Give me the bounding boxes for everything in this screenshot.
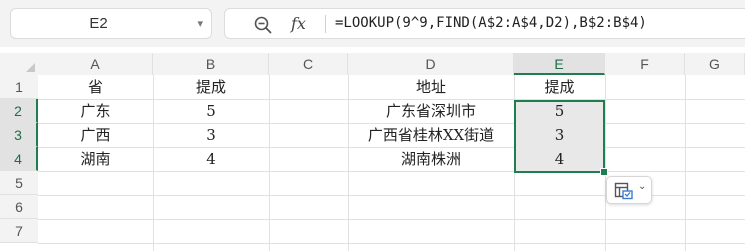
select-all-icon xyxy=(26,63,35,72)
cell-d2[interactable]: 广东省深圳市 xyxy=(348,99,514,123)
cell-b1[interactable]: 提成 xyxy=(153,75,269,99)
gridline xyxy=(605,75,606,251)
cell-e2[interactable]: 5 xyxy=(514,99,605,123)
formula-bar: E2 ▾ fx =LOOKUP(9^9,FIND(A$2:A$4,D2),B$2… xyxy=(0,0,745,47)
row-header-7[interactable]: 7 xyxy=(0,219,38,243)
cell-a1[interactable]: 省 xyxy=(38,75,153,99)
paste-options-button[interactable]: ⌄ xyxy=(606,176,652,204)
row-header-2[interactable]: 2 xyxy=(0,99,38,123)
column-header-f[interactable]: F xyxy=(605,53,685,75)
column-header-g[interactable]: G xyxy=(685,53,745,75)
cell-e3[interactable]: 3 xyxy=(514,123,605,147)
column-header-d[interactable]: D xyxy=(348,53,514,75)
paste-options-icon xyxy=(614,182,633,200)
cell-a2[interactable]: 广东 xyxy=(38,99,153,123)
gridline xyxy=(38,219,745,220)
name-box[interactable]: E2 ▾ xyxy=(10,8,212,39)
row-header-6[interactable]: 6 xyxy=(0,195,38,219)
cell-b3[interactable]: 3 xyxy=(153,123,269,147)
gridline xyxy=(38,243,745,244)
chevron-down-icon: ⌄ xyxy=(638,181,647,192)
gridline xyxy=(269,75,270,251)
zoom-formula-icon[interactable] xyxy=(253,15,273,35)
column-header-a[interactable]: A xyxy=(38,53,153,75)
formula-input[interactable]: fx =LOOKUP(9^9,FIND(A$2:A$4,D2),B$2:B$4) xyxy=(224,8,745,39)
chevron-down-icon[interactable]: ▾ xyxy=(197,9,203,38)
column-header-b[interactable]: B xyxy=(153,53,269,75)
cell-a3[interactable]: 广西 xyxy=(38,123,153,147)
row-header-4[interactable]: 4 xyxy=(0,147,38,171)
cell-d1[interactable]: 地址 xyxy=(348,75,514,99)
gridline xyxy=(685,75,686,251)
row-header-3[interactable]: 3 xyxy=(0,123,38,147)
cell-e4[interactable]: 4 xyxy=(514,147,605,171)
name-box-value: E2 xyxy=(89,15,108,32)
column-header-e[interactable]: E xyxy=(514,53,605,75)
cell-d3[interactable]: 广西省桂林XX街道 xyxy=(348,123,514,147)
cell-d4[interactable]: 湖南株洲 xyxy=(348,147,514,171)
select-all-corner[interactable] xyxy=(0,53,38,75)
row-header-5[interactable]: 5 xyxy=(0,171,38,195)
cell-b4[interactable]: 4 xyxy=(153,147,269,171)
cell-e1[interactable]: 提成 xyxy=(514,75,605,99)
fx-icon[interactable]: fx xyxy=(291,9,306,38)
formula-text[interactable]: =LOOKUP(9^9,FIND(A$2:A$4,D2),B$2:B$4) xyxy=(335,9,647,38)
column-header-c[interactable]: C xyxy=(269,53,348,75)
cell-a4[interactable]: 湖南 xyxy=(38,147,153,171)
row-header-1[interactable]: 1 xyxy=(0,75,38,99)
cell-b2[interactable]: 5 xyxy=(153,99,269,123)
gridline xyxy=(38,171,745,172)
formula-separator xyxy=(325,15,326,33)
